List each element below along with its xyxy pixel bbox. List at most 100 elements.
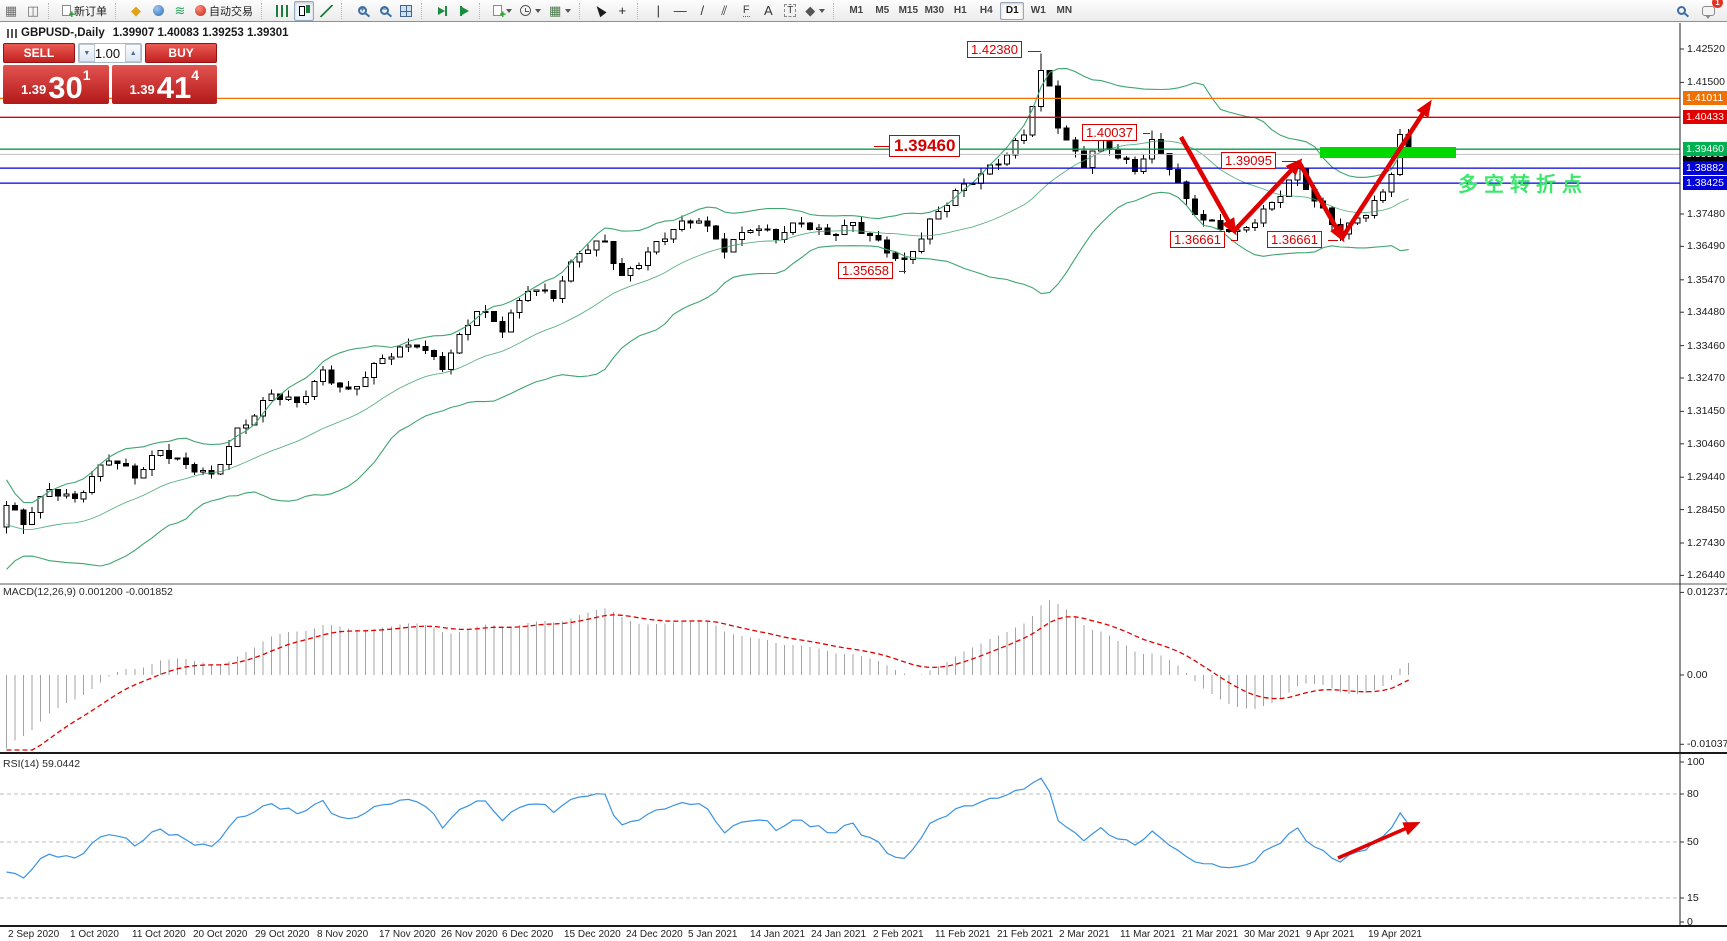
timeframe-mn-button[interactable]: MN [1052, 2, 1076, 20]
toolbar-separator [479, 3, 486, 19]
new-order-button-label: 新订单 [74, 3, 107, 19]
dropdown-caret-icon [506, 9, 512, 13]
rsi-trend-arrow [1338, 824, 1416, 858]
ask-price-pips: 41 [157, 75, 191, 101]
one-click-trading-panel: SELL ▼ 1.00 ▲ BUY 1.39 30 1 1.39 [3, 43, 217, 104]
horizontal-line-icon[interactable]: — [670, 1, 690, 21]
fibonacci-icon[interactable]: F [736, 1, 756, 21]
profiles-icon[interactable]: ◫ [23, 1, 43, 21]
timeframe-d1-button[interactable]: D1 [1000, 2, 1024, 20]
trendline-icon-glyph: / [700, 4, 704, 17]
vertical-line-icon[interactable]: | [648, 1, 668, 21]
signal-icon-glyph: ≋ [175, 4, 186, 17]
trendline-icon[interactable]: / [692, 1, 712, 21]
equidistant-channel-icon-glyph: ⫽ [721, 4, 727, 17]
tile-windows-icon[interactable] [396, 1, 416, 21]
templates-button-glyph: ▦ [549, 4, 561, 17]
chart-shift-icon[interactable] [454, 1, 474, 21]
templates-button[interactable]: ▦ [546, 1, 574, 21]
line-chart-icon[interactable] [316, 1, 336, 21]
price-chart-svg[interactable] [0, 0, 1727, 941]
volume-increase-button[interactable]: ▲ [125, 44, 141, 62]
fibonacci-icon-glyph: F [743, 4, 750, 17]
play-triangle-icon [438, 7, 445, 15]
bid-price-point: 1 [83, 67, 91, 83]
bollinger-bands [7, 69, 1409, 570]
vertical-line-icon-glyph: | [657, 4, 660, 17]
new-order-button-glyph [62, 5, 71, 16]
shapes-button-glyph: ◆ [805, 4, 815, 17]
pane-borders [0, 23, 1727, 926]
trend-arrows [1181, 104, 1429, 238]
toolbar-separator [579, 3, 586, 19]
bid-quote-panel[interactable]: 1.39 30 1 [3, 65, 109, 104]
indicators-button[interactable] [490, 1, 515, 21]
timeframe-m15-button[interactable]: M15 [896, 2, 920, 20]
autotrading-button[interactable]: 自动交易 [192, 1, 256, 21]
timeframe-m30-button[interactable]: M30 [922, 2, 946, 20]
zoom-in-icon[interactable]: + [352, 1, 372, 21]
mt4-window: ▦ ◫ 新订单 ◆ ≋ 自动交易 + − ▦ + | — / ⫽ F AT ◆ M1M5M15M30H1H4D1W… [0, 0, 1727, 941]
notifications-button[interactable]: 1 [1698, 1, 1718, 21]
autotrading-button-label: 自动交易 [209, 3, 253, 19]
autoscroll-icon[interactable] [432, 1, 452, 21]
horizontal-level-lines [0, 98, 1680, 183]
search-icon [1677, 6, 1686, 15]
search-button[interactable] [1671, 1, 1691, 21]
toolbar-separator [637, 3, 644, 19]
timeframe-h1-button[interactable]: H1 [948, 2, 972, 20]
candlestick-chart-icon[interactable] [294, 1, 314, 21]
support-zone-highlight [1320, 147, 1456, 158]
timeframe-w1-button[interactable]: W1 [1026, 2, 1050, 20]
axis-tick-marks [1680, 49, 1684, 922]
chart-window-icon[interactable]: ▦ [1, 1, 21, 21]
buy-button[interactable]: BUY [145, 43, 217, 63]
chart-window-icon-glyph: ▦ [5, 4, 17, 17]
text-icon[interactable]: A [758, 1, 778, 21]
cursor-icon[interactable] [590, 1, 610, 21]
dropdown-caret-icon [819, 9, 825, 13]
signal-icon[interactable]: ≋ [170, 1, 190, 21]
periods-button[interactable] [517, 1, 544, 21]
gold-icon[interactable]: ◆ [126, 1, 146, 21]
ask-price-major: 1.39 [129, 82, 154, 97]
crosshair-icon-glyph: + [619, 4, 627, 17]
play-triangle-icon [462, 7, 469, 15]
sell-button[interactable]: SELL [3, 43, 75, 63]
toolbar-separator [833, 3, 840, 19]
chat-bubble-icon [1702, 6, 1715, 16]
autotrading-button-glyph [195, 5, 206, 16]
zoom-out-icon-glyph: − [380, 6, 389, 15]
toolbar-separator [48, 3, 55, 19]
zoom-in-icon-glyph: + [358, 6, 367, 15]
bid-price-pips: 30 [48, 75, 82, 101]
volume-decrease-button[interactable]: ▼ [79, 44, 95, 62]
horizontal-line-icon-glyph: — [674, 4, 687, 17]
volume-value[interactable]: 1.00 [95, 44, 125, 62]
label-icon-glyph: T [784, 4, 796, 17]
chart-canvas[interactable]: GBPUSD-,Daily 1.39907 1.40083 1.39253 1.… [0, 0, 1727, 941]
bid-price-major: 1.39 [21, 82, 46, 97]
cursor-icon-glyph [594, 4, 607, 18]
new-order-button[interactable]: 新订单 [59, 1, 110, 21]
timeframe-h4-button[interactable]: H4 [974, 2, 998, 20]
candles [4, 54, 1411, 535]
community-icon[interactable] [148, 1, 168, 21]
text-icon-glyph: A [764, 4, 773, 17]
bar-chart-icon[interactable] [272, 1, 292, 21]
periods-button-glyph [520, 5, 531, 16]
macd-histogram [7, 600, 1409, 748]
crosshair-icon[interactable]: + [612, 1, 632, 21]
bar-icon [445, 6, 447, 16]
notification-badge: 1 [1712, 0, 1723, 8]
dropdown-caret-icon [535, 9, 541, 13]
equidistant-channel-icon[interactable]: ⫽ [714, 1, 734, 21]
shapes-button[interactable]: ◆ [802, 1, 828, 21]
indicators-button-glyph [493, 5, 502, 16]
zoom-out-icon[interactable]: − [374, 1, 394, 21]
timeframe-m1-button[interactable]: M1 [844, 2, 868, 20]
ask-quote-panel[interactable]: 1.39 41 4 [112, 65, 218, 104]
label-icon[interactable]: T [780, 1, 800, 21]
timeframe-m5-button[interactable]: M5 [870, 2, 894, 20]
volume-stepper: ▼ 1.00 ▲ [78, 43, 142, 63]
